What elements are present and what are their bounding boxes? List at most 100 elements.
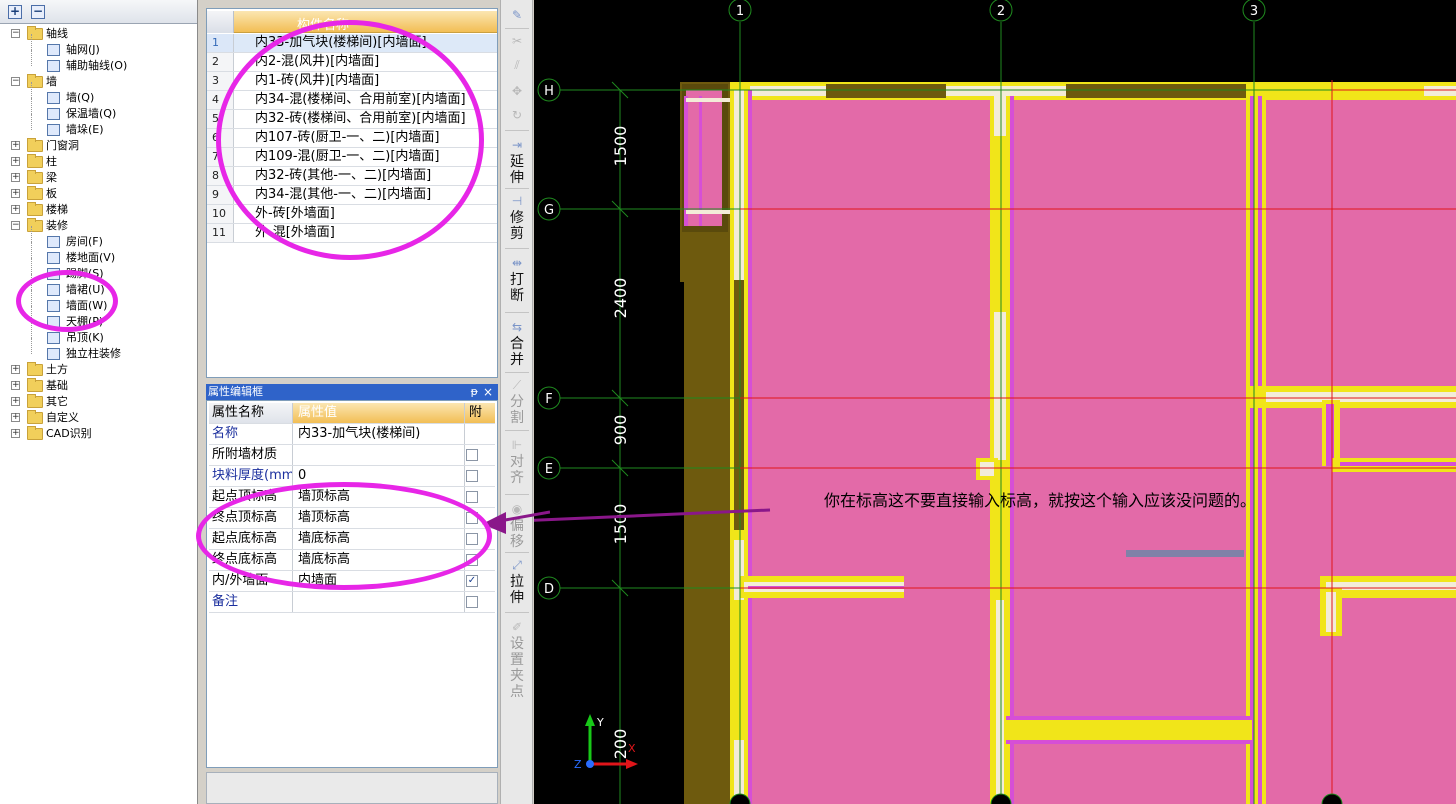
- tree-item[interactable]: 保温墙(Q): [0, 98, 197, 122]
- pencil-icon[interactable]: ✎: [509, 8, 525, 22]
- ucs-z-label: Z: [574, 758, 582, 771]
- property-value-field[interactable]: 内33-加气块(楼梯间): [295, 424, 465, 444]
- align-icon[interactable]: ⊩: [509, 438, 525, 452]
- merge-icon[interactable]: ⇆: [509, 320, 525, 334]
- tree-item[interactable]: + 门窗洞: [0, 138, 197, 154]
- dimension-text: 1500: [611, 126, 630, 167]
- property-value-field[interactable]: [295, 445, 465, 465]
- move-icon[interactable]: ✥: [509, 84, 525, 98]
- tree-item[interactable]: + 楼梯: [0, 202, 197, 218]
- tree-item[interactable]: + 板: [0, 186, 197, 202]
- axis-bubble-1[interactable]: 1: [728, 0, 752, 22]
- toolbar-label[interactable]: 对齐: [508, 454, 526, 486]
- expand-icon[interactable]: +: [11, 173, 20, 182]
- axis-bubble-label: F: [545, 392, 552, 407]
- toolbar-label[interactable]: 打断: [508, 272, 526, 304]
- annotation-text: 你在标高这不要直接输入标高，就按这个输入应该没问题的。: [824, 491, 1257, 510]
- tree-item[interactable]: 墙(Q): [0, 82, 197, 106]
- expand-all-button[interactable]: +: [8, 5, 22, 19]
- axis-bubble-e[interactable]: E: [537, 456, 561, 480]
- grip-icon[interactable]: ✐: [509, 620, 525, 634]
- wall-axis-3-edge: [1258, 96, 1262, 804]
- stretch-icon[interactable]: ⤢: [509, 558, 525, 572]
- tree-item[interactable]: − 墙: [0, 74, 197, 90]
- tree-item[interactable]: + 自定义: [0, 410, 197, 426]
- tree-item[interactable]: 独立柱装修: [0, 338, 197, 362]
- tree-item[interactable]: + 土方: [0, 362, 197, 378]
- axis-bubble-d[interactable]: D: [537, 576, 561, 600]
- close-icon[interactable]: ×: [483, 384, 493, 400]
- break-icon[interactable]: ⇹: [509, 256, 525, 270]
- drawing-canvas[interactable]: 1 2 3 H G F E D 1500 2400 900 1500 200 Y…: [534, 0, 1456, 804]
- axis-bubble-3[interactable]: 3: [1242, 0, 1266, 22]
- highlight-circle-list: [216, 20, 484, 260]
- tree-item[interactable]: 房间(F): [0, 226, 197, 250]
- toolbar-label[interactable]: 设置夹点: [508, 636, 526, 700]
- pin-icon[interactable]: ᵽ: [471, 384, 478, 400]
- axis-bubble-h[interactable]: H: [537, 78, 561, 102]
- axis-bubble-g[interactable]: G: [537, 197, 561, 221]
- toolbar-label[interactable]: 合并: [508, 336, 526, 368]
- tree-item[interactable]: − 装修: [0, 218, 197, 234]
- expand-icon[interactable]: +: [11, 397, 20, 406]
- property-value-header: 属性值: [295, 403, 465, 423]
- toolbar-label[interactable]: 拉伸: [508, 574, 526, 606]
- selected-segment[interactable]: [1126, 550, 1244, 557]
- tree-item[interactable]: + 柱: [0, 154, 197, 170]
- tree-item[interactable]: 墙垛(E): [0, 114, 197, 138]
- tree-item[interactable]: 轴网(J): [0, 34, 197, 58]
- ucs-icon: Y X Z: [574, 714, 638, 771]
- expand-icon[interactable]: +: [11, 365, 20, 374]
- split-icon[interactable]: ⟋: [509, 378, 525, 392]
- tree-item[interactable]: + 其它: [0, 394, 197, 410]
- expand-icon[interactable]: +: [11, 205, 20, 214]
- ucs-y-label: Y: [596, 716, 604, 729]
- attach-checkbox[interactable]: [466, 470, 478, 482]
- tree-item[interactable]: 辅助轴线(O): [0, 50, 197, 74]
- toolbar-separator: [505, 494, 529, 495]
- property-name: 块料厚度(mm): [209, 466, 293, 486]
- axis-bubble-2[interactable]: 2: [989, 0, 1013, 22]
- wall-bottom: [1006, 720, 1252, 740]
- attach-checkbox[interactable]: [466, 596, 478, 608]
- extend-icon[interactable]: ⇥: [509, 138, 525, 152]
- scissors-icon[interactable]: ✂: [509, 34, 525, 48]
- tree-item[interactable]: 吊顶(K): [0, 322, 197, 346]
- highlight-circle-tree: [16, 270, 118, 332]
- mirror-icon[interactable]: ⫽: [509, 58, 525, 72]
- rotate-icon[interactable]: ↻: [509, 108, 525, 122]
- attach-checkbox[interactable]: ✓: [466, 575, 478, 587]
- collapse-icon[interactable]: −: [11, 221, 20, 230]
- axis-bubble-label: H: [544, 84, 554, 99]
- property-value-field[interactable]: [295, 592, 465, 612]
- tree-item[interactable]: + CAD识别: [0, 426, 197, 442]
- expand-icon[interactable]: +: [11, 429, 20, 438]
- expand-icon[interactable]: +: [11, 141, 20, 150]
- property-name: 名称: [209, 424, 293, 444]
- axis-bubble-f[interactable]: F: [537, 386, 561, 410]
- collapse-icon[interactable]: −: [11, 77, 20, 86]
- trim-icon[interactable]: ⊣: [509, 194, 525, 208]
- folder-icon: [27, 426, 43, 440]
- collapse-icon[interactable]: −: [11, 29, 20, 38]
- collapse-all-button[interactable]: −: [31, 5, 45, 19]
- folder-icon: [27, 378, 43, 392]
- toolbar-label[interactable]: 修剪: [508, 210, 526, 242]
- axis-bubble-label: 1: [736, 4, 744, 19]
- tree-item[interactable]: − 轴线: [0, 26, 197, 42]
- tree-item[interactable]: + 梁: [0, 170, 197, 186]
- toolbar-label[interactable]: 延伸: [508, 154, 526, 186]
- axis-bubble-label: E: [545, 462, 553, 477]
- folder-icon: [27, 74, 43, 88]
- property-editor-title: 属性编辑框: [208, 385, 263, 398]
- expand-icon[interactable]: +: [11, 189, 20, 198]
- toolbar-label[interactable]: 分割: [508, 394, 526, 426]
- expand-icon[interactable]: +: [11, 381, 20, 390]
- attach-checkbox[interactable]: [466, 449, 478, 461]
- tree-item[interactable]: + 基础: [0, 378, 197, 394]
- expand-icon[interactable]: +: [11, 413, 20, 422]
- left-wall-inner: [734, 280, 744, 530]
- tree-item[interactable]: 楼地面(V): [0, 242, 197, 266]
- expand-icon[interactable]: +: [11, 157, 20, 166]
- property-name: 备注: [209, 592, 293, 612]
